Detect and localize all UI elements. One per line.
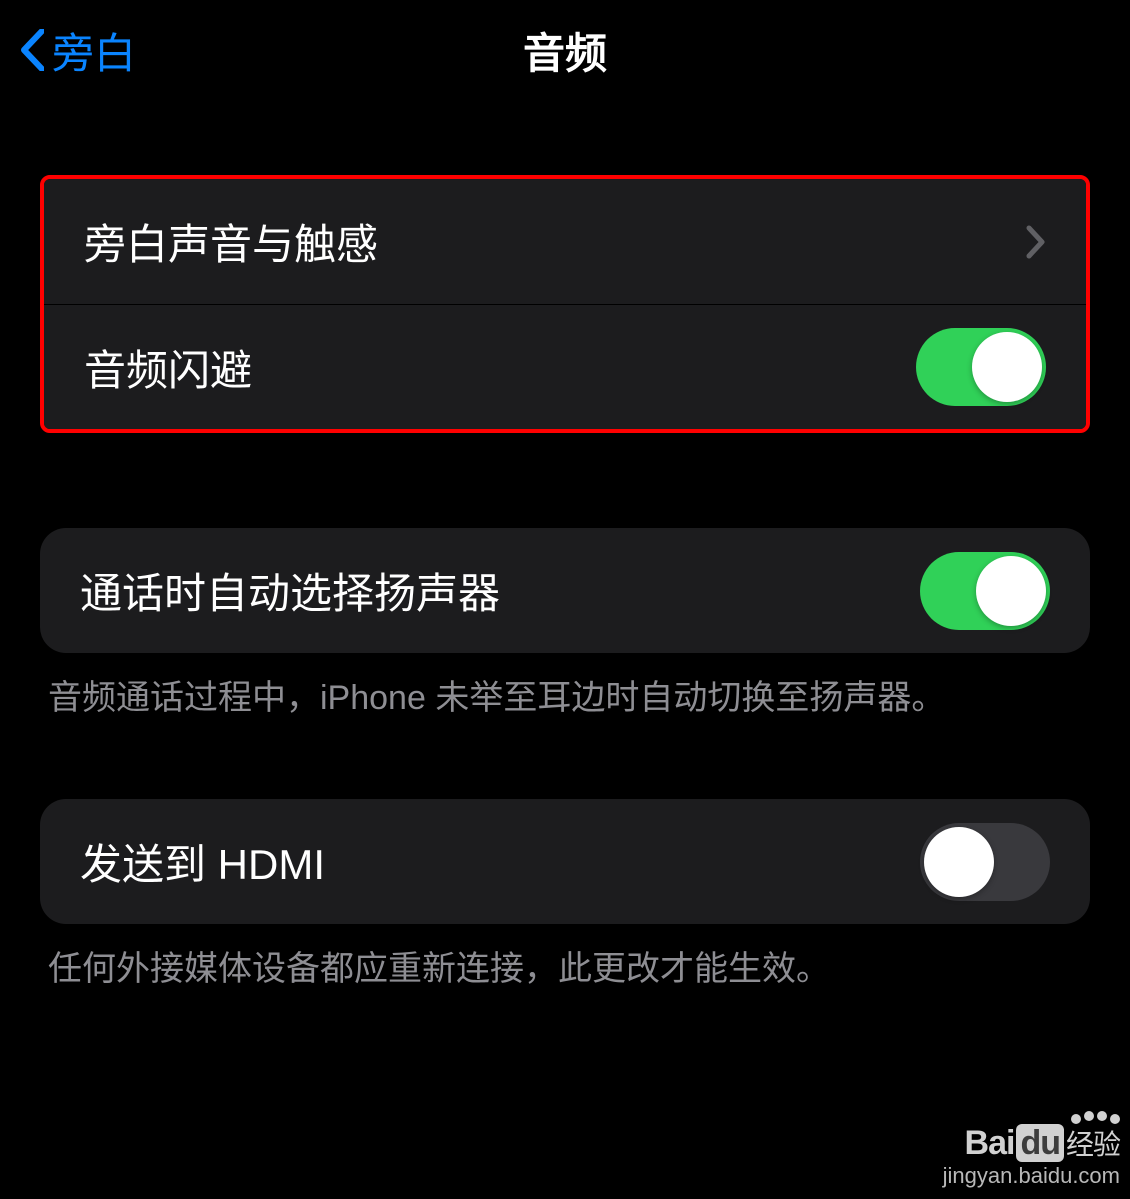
back-button[interactable]: 旁白 [20,20,136,81]
settings-group-sounds: 旁白声音与触感 音频闪避 [40,175,1090,433]
toggle-send-to-hdmi[interactable] [920,823,1050,901]
toggle-knob [976,556,1046,626]
footer-speaker-description: 音频通话过程中，iPhone 未举至耳边时自动切换至扬声器。 [0,653,1130,724]
row-label: 发送到 HDMI [80,831,325,892]
toggle-knob [924,827,994,897]
toggle-auto-select-speaker[interactable] [920,552,1050,630]
nav-header: 旁白 音频 [0,0,1130,100]
row-audio-ducking[interactable]: 音频闪避 [44,304,1086,429]
paw-icon [1071,1111,1120,1121]
back-label: 旁白 [52,20,136,81]
footer-hdmi-description: 任何外接媒体设备都应重新连接，此更改才能生效。 [0,924,1130,995]
row-label: 旁白声音与触感 [84,211,378,272]
page-title: 音频 [523,20,607,81]
watermark-url: jingyan.baidu.com [943,1163,1120,1189]
toggle-knob [972,332,1042,402]
settings-group-hdmi: 发送到 HDMI [40,799,1090,924]
chevron-right-icon [1026,225,1046,259]
row-voiceover-sounds-haptics[interactable]: 旁白声音与触感 [44,179,1086,304]
row-send-to-hdmi[interactable]: 发送到 HDMI [40,799,1090,924]
baidu-logo: Baidu经验 [965,1123,1120,1163]
row-label: 音频闪避 [84,337,252,398]
chevron-left-icon [20,29,44,71]
row-label: 通话时自动选择扬声器 [80,560,500,621]
row-auto-select-speaker[interactable]: 通话时自动选择扬声器 [40,528,1090,653]
settings-group-speaker: 通话时自动选择扬声器 [40,528,1090,653]
watermark: Baidu经验 jingyan.baidu.com [943,1111,1120,1189]
toggle-audio-ducking[interactable] [916,328,1046,406]
